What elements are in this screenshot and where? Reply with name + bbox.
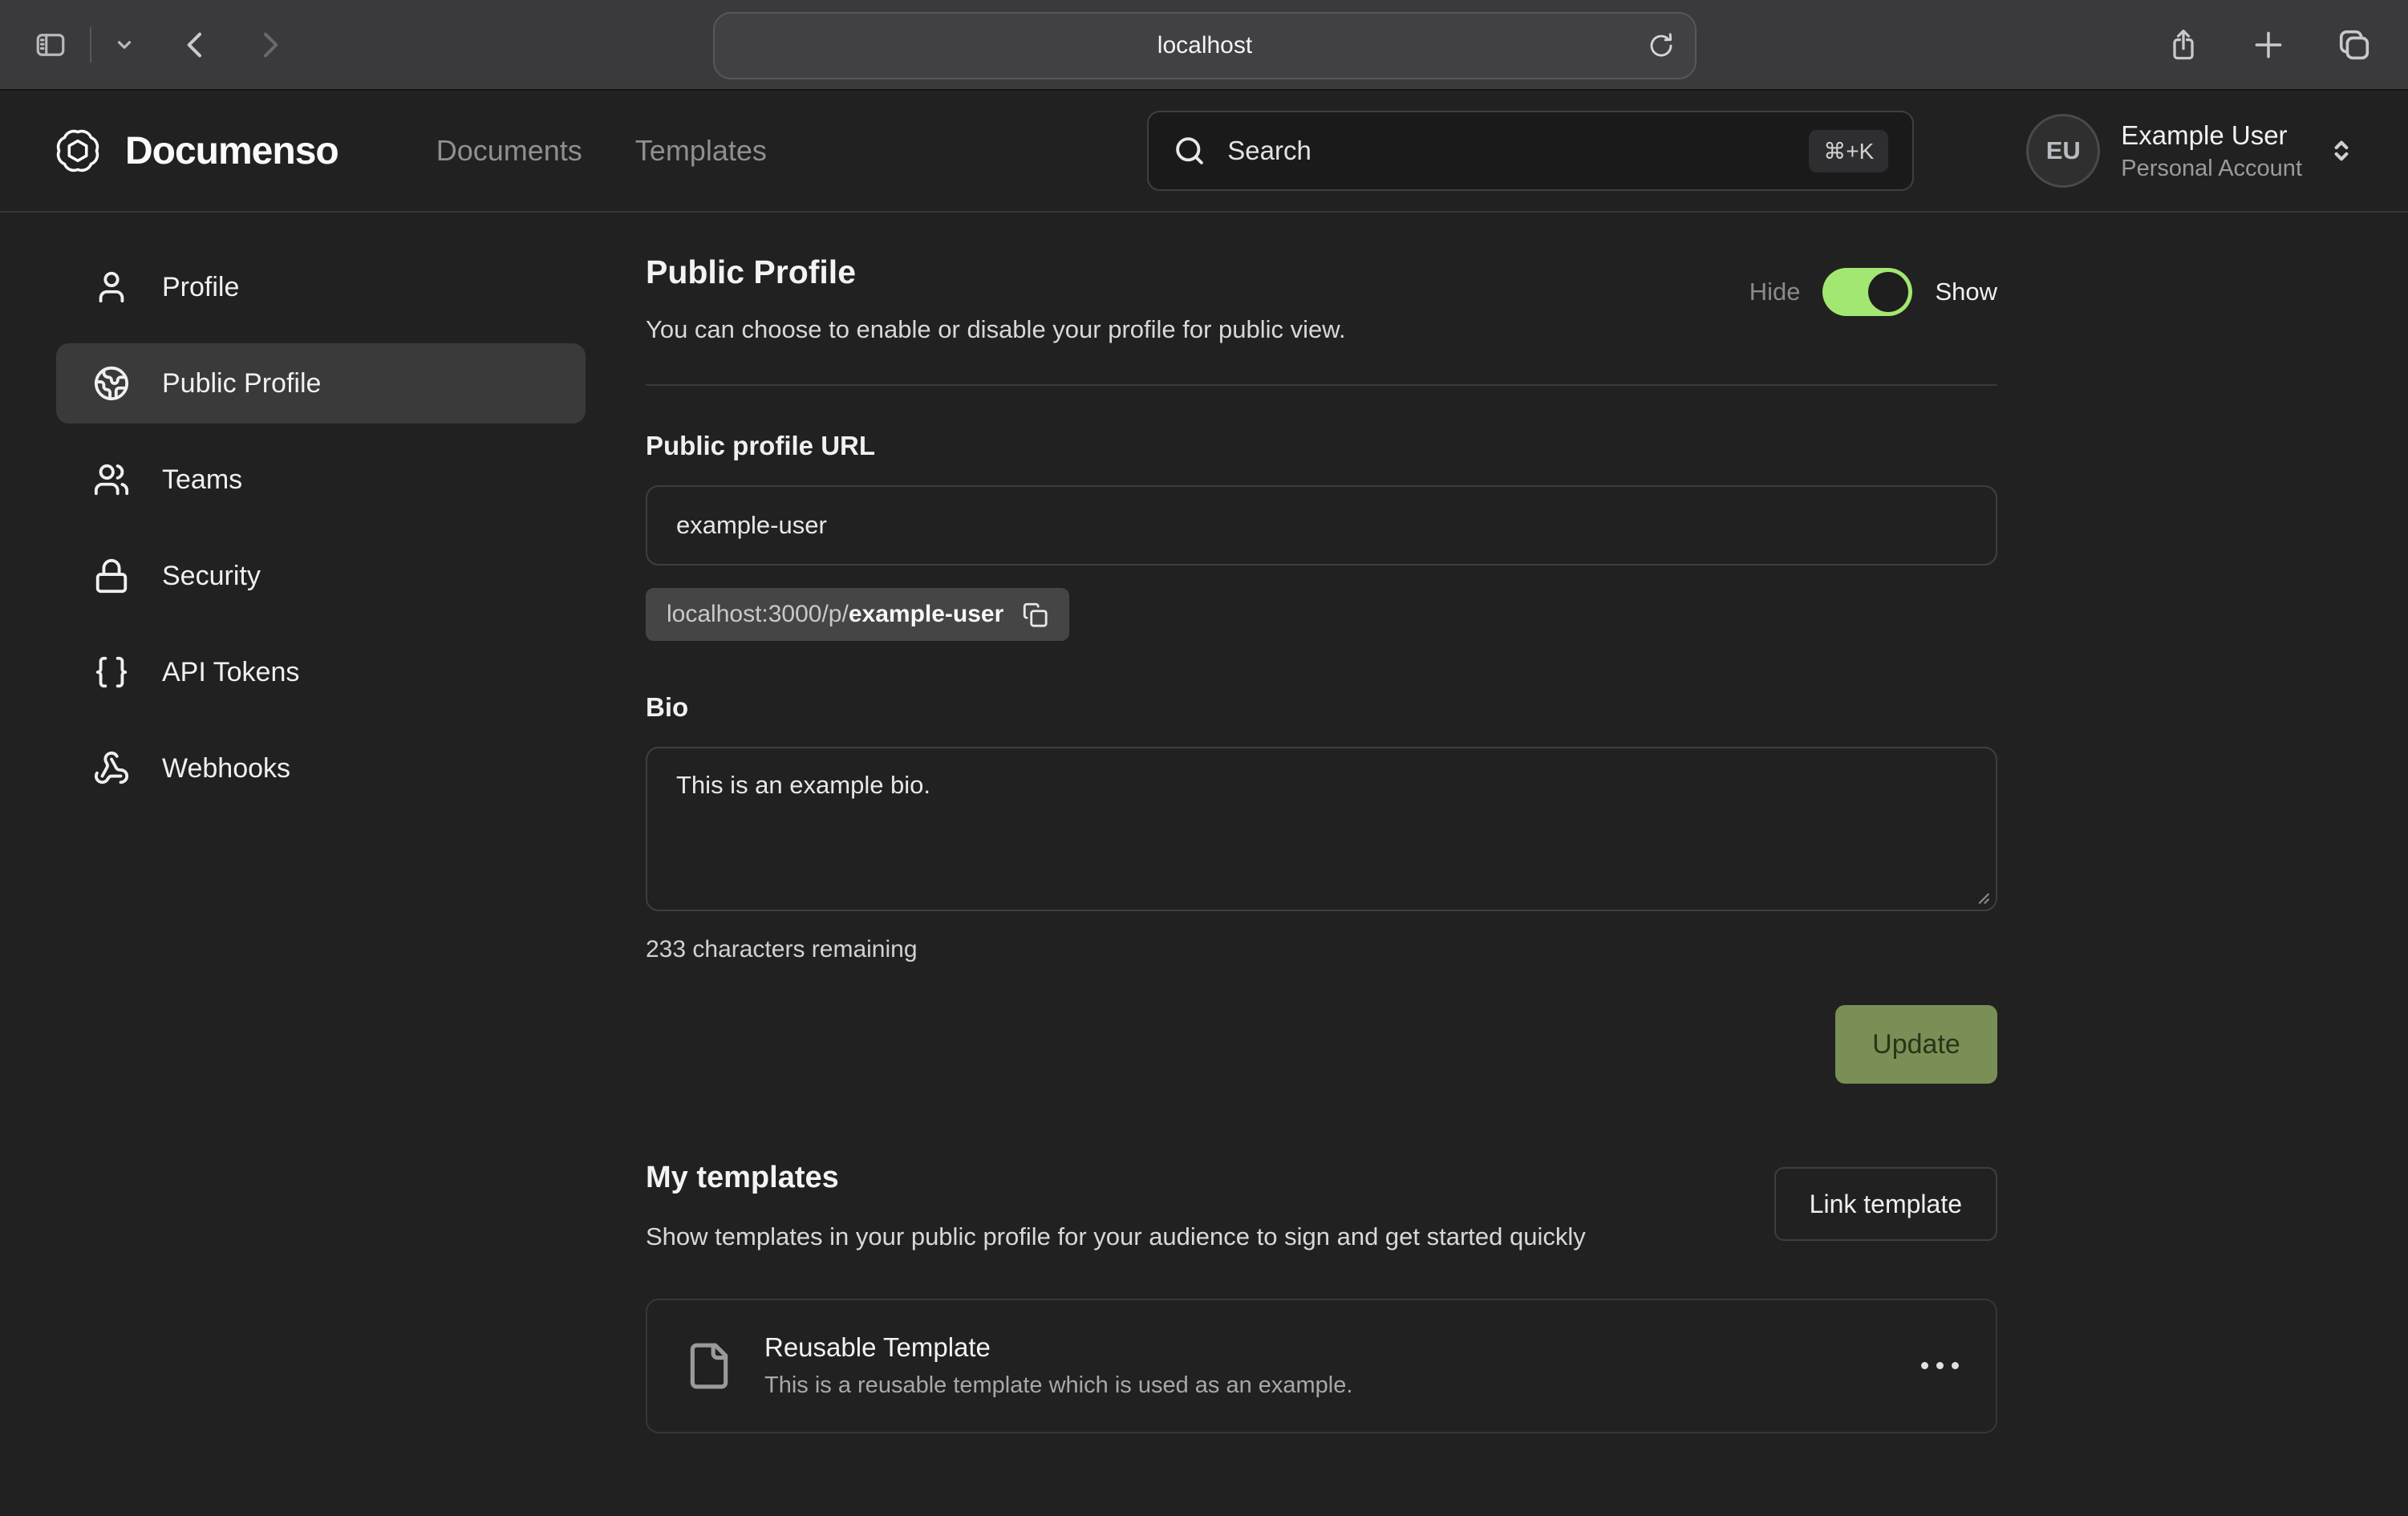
user-icon <box>93 269 130 306</box>
forward-icon[interactable] <box>253 29 286 61</box>
settings-layout: Profile Public Profile Teams <box>0 213 2408 1433</box>
profile-url-preview[interactable]: localhost:3000/p/example-user <box>646 588 1069 641</box>
toolbar-divider <box>90 27 91 63</box>
url-preview-prefix: localhost:3000/p/ <box>667 601 849 627</box>
template-title: Reusable Template <box>764 1332 1352 1363</box>
settings-sidebar: Profile Public Profile Teams <box>56 247 586 1433</box>
webhook-icon <box>93 750 130 787</box>
search-input[interactable] <box>1227 136 1788 166</box>
reload-icon[interactable] <box>1647 31 1676 60</box>
brand-name: Documenso <box>125 129 338 173</box>
top-nav: Documents Templates <box>436 134 767 168</box>
sidebar-item-label: Teams <box>162 464 242 496</box>
avatar: EU <box>2026 114 2100 188</box>
address-bar[interactable]: localhost <box>713 12 1697 79</box>
chevron-down-icon[interactable] <box>114 34 135 55</box>
tab-overview-icon[interactable] <box>2336 26 2373 63</box>
sidebar-item-label: Public Profile <box>162 368 321 399</box>
toggle-hide-label: Hide <box>1749 278 1801 306</box>
profile-visibility-toggle[interactable] <box>1822 268 1912 316</box>
page-title: Public Profile <box>646 253 1346 291</box>
sidebar-item-security[interactable]: Security <box>56 536 586 616</box>
sidebar-item-public-profile[interactable]: Public Profile <box>56 343 586 424</box>
sidebar-item-label: Security <box>162 561 261 592</box>
sidebar-item-api-tokens[interactable]: API Tokens <box>56 632 586 712</box>
sidebar-item-label: API Tokens <box>162 657 299 688</box>
public-profile-settings: Public Profile You can choose to enable … <box>646 247 1997 1433</box>
global-search[interactable]: ⌘+K <box>1147 111 1914 191</box>
url-preview-slug: example-user <box>849 601 1003 627</box>
template-description: This is a reusable template which is use… <box>764 1372 1352 1399</box>
sidebar-item-label: Webhooks <box>162 753 290 784</box>
browser-toolbar: localhost <box>0 0 2408 91</box>
new-tab-icon[interactable] <box>2251 27 2286 63</box>
account-name: Example User <box>2121 120 2302 151</box>
nav-documents[interactable]: Documents <box>436 134 582 168</box>
sidebar-item-webhooks[interactable]: Webhooks <box>56 728 586 809</box>
visibility-toggle-group: Hide Show <box>1749 268 1997 316</box>
brand[interactable]: Documenso <box>51 124 338 177</box>
my-templates-section: My templates Show templates in your publ… <box>646 1161 1997 1433</box>
search-icon <box>1173 134 1206 168</box>
lock-icon <box>93 557 130 594</box>
update-button[interactable]: Update <box>1835 1005 1997 1084</box>
bio-char-counter: 233 characters remaining <box>646 936 1997 963</box>
account-type: Personal Account <box>2121 156 2302 182</box>
file-icon <box>684 1341 734 1391</box>
link-template-button[interactable]: Link template <box>1774 1167 1997 1241</box>
search-shortcut-badge: ⌘+K <box>1809 130 1888 172</box>
account-meta: Example User Personal Account <box>2121 120 2302 182</box>
toggle-show-label: Show <box>1935 278 1997 306</box>
globe-icon <box>93 365 130 402</box>
chevrons-up-down-icon <box>2326 136 2357 166</box>
braces-icon <box>93 654 130 691</box>
back-icon[interactable] <box>180 29 212 61</box>
sidebar-item-profile[interactable]: Profile <box>56 247 586 327</box>
address-bar-url: localhost <box>1157 32 1252 59</box>
page-description: You can choose to enable or disable your… <box>646 315 1346 344</box>
account-menu[interactable]: EU Example User Personal Account <box>2026 114 2357 188</box>
bio-label: Bio <box>646 692 1997 723</box>
users-icon <box>93 461 130 498</box>
bio-textarea[interactable]: This is an example bio. <box>646 747 1997 911</box>
sidebar-item-label: Profile <box>162 272 239 303</box>
app-header: Documenso Documents Templates ⌘+K EU Exa… <box>0 91 2408 213</box>
profile-url-label: Public profile URL <box>646 431 1997 461</box>
nav-templates[interactable]: Templates <box>635 134 767 168</box>
sidebar-toggle-icon[interactable] <box>34 28 67 62</box>
my-templates-description: Show templates in your public profile fo… <box>646 1219 1586 1255</box>
documenso-logo-icon <box>51 124 104 177</box>
toggle-knob <box>1868 272 1908 312</box>
template-options-icon[interactable] <box>1921 1362 1959 1369</box>
section-divider <box>646 384 1997 386</box>
my-templates-title: My templates <box>646 1161 1586 1195</box>
copy-icon[interactable] <box>1021 601 1048 628</box>
textarea-resize-handle[interactable] <box>1970 885 1991 906</box>
share-icon[interactable] <box>2166 27 2201 63</box>
profile-url-input[interactable] <box>646 485 1997 565</box>
sidebar-item-teams[interactable]: Teams <box>56 440 586 520</box>
template-card[interactable]: Reusable Template This is a reusable tem… <box>646 1299 1997 1433</box>
